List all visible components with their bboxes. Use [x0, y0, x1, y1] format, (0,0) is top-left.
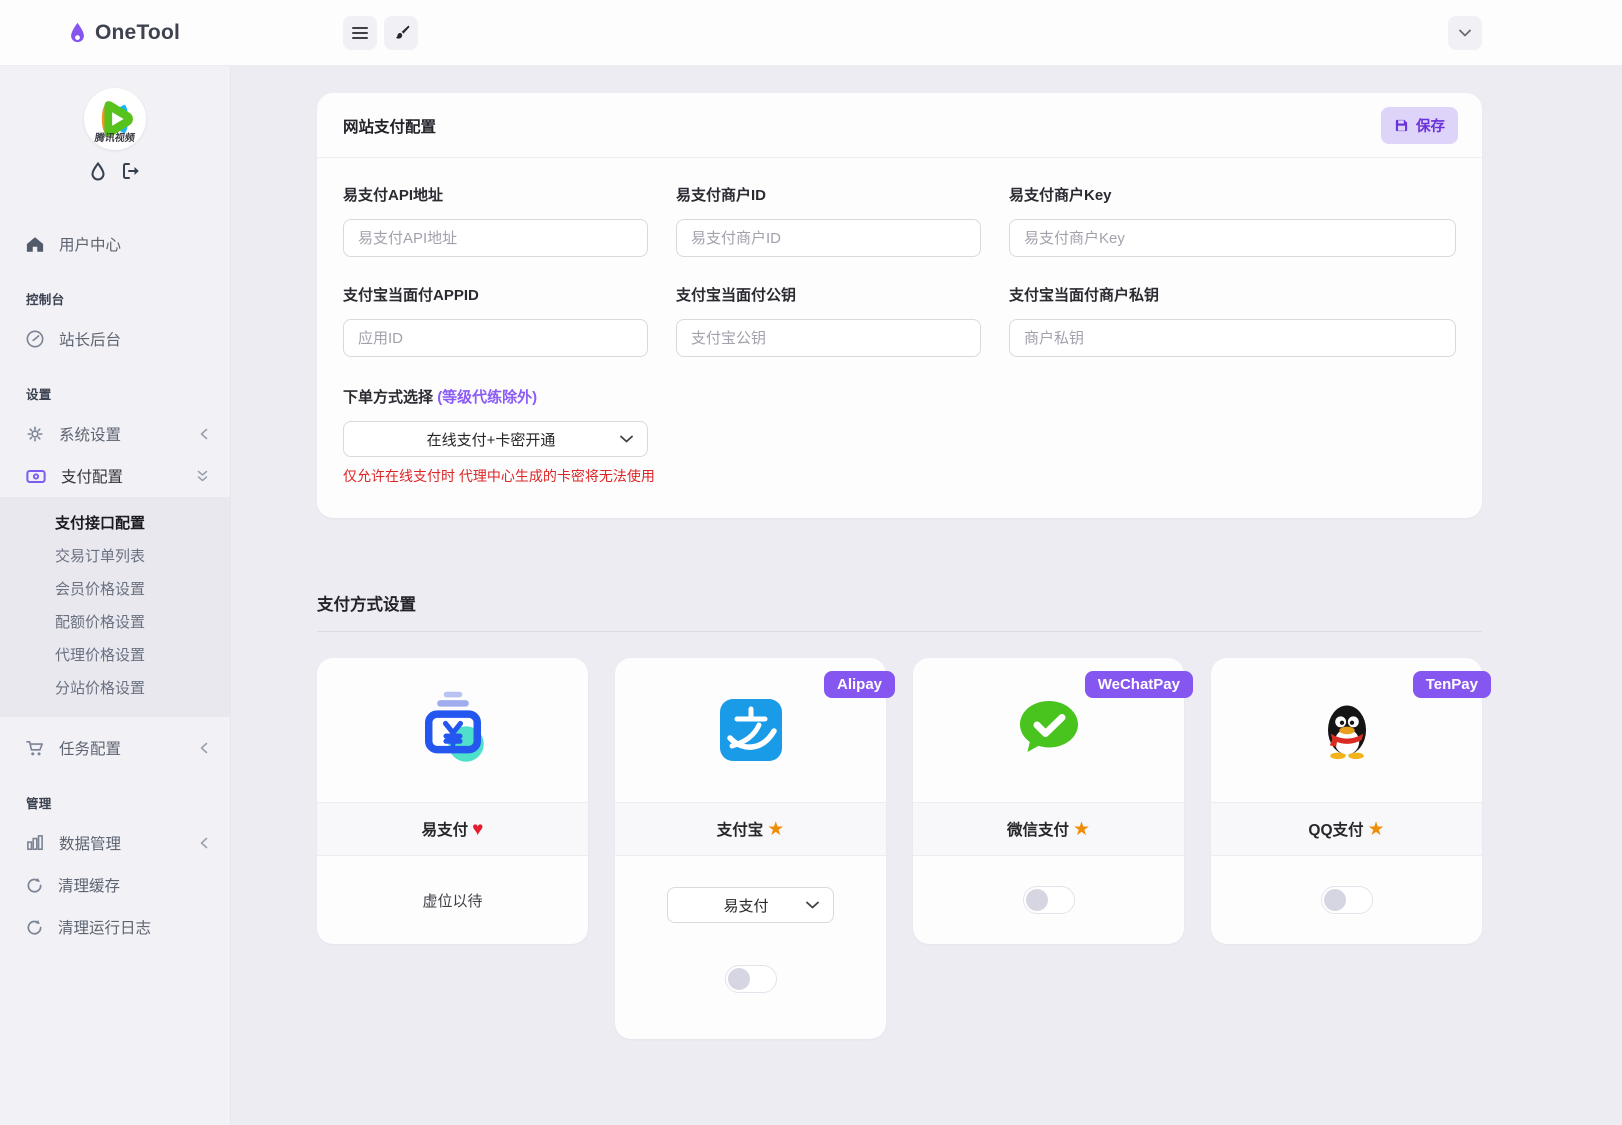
banknote-icon — [26, 468, 46, 485]
chevron-down-icon — [620, 435, 633, 443]
panel-title: 网站支付配置 — [343, 118, 437, 136]
sidebar-item-payment-config[interactable]: 支付配置 — [0, 455, 230, 497]
card-name-band: QQ支付 ★ — [1211, 802, 1482, 856]
order-mode-warning: 仅允许在线支付时 代理中心生成的卡密将无法使用 — [343, 468, 655, 484]
avatar[interactable]: 腾讯视频 — [84, 88, 146, 150]
sidebar-item-clear-logs[interactable]: 清理运行日志 — [0, 906, 230, 948]
wechatpay-badge: WeChatPay — [1084, 671, 1193, 698]
brand-name: OneTool — [95, 20, 181, 44]
save-button[interactable]: 保存 — [1381, 107, 1458, 144]
hamburger-icon — [352, 26, 369, 40]
submenu-item-member-price[interactable]: 会员价格设置 — [0, 573, 230, 606]
refresh-icon — [26, 919, 43, 936]
sidebar-item-system-settings[interactable]: 系统设置 — [0, 413, 230, 455]
section-caption-console: 控制台 — [26, 293, 65, 307]
sidebar-item-data-manage[interactable]: 数据管理 — [0, 822, 230, 864]
pay-card-wechat: WeChatPay 微信支付 ★ — [913, 658, 1193, 944]
divider — [317, 631, 1482, 632]
wechat-pay-icon — [1015, 699, 1083, 761]
payment-method-cards: 易支付 ♥ 虚位以待 Alipay 支付宝 ★ 易支付 WeChatPay 微信… — [317, 658, 1491, 1039]
main-content: 网站支付配置 保存 易支付API地址 易支付商户ID 易支付商户Key — [231, 66, 1622, 1125]
alipay-icon — [719, 698, 783, 762]
chevron-left-icon — [200, 742, 208, 754]
header-dropdown-button[interactable] — [1448, 15, 1482, 50]
easypay-merchant-key-input[interactable] — [1009, 219, 1456, 257]
payment-config-panel: 网站支付配置 保存 易支付API地址 易支付商户ID 易支付商户Key — [317, 93, 1482, 518]
submenu-item-agent-price[interactable]: 代理价格设置 — [0, 639, 230, 672]
submenu-item-payment-interface[interactable]: 支付接口配置 — [0, 507, 230, 540]
submenu-item-quota-price[interactable]: 配额价格设置 — [0, 606, 230, 639]
chevron-down-icon — [1459, 29, 1471, 37]
section-caption-manage: 管理 — [26, 797, 52, 811]
alipay-public-key-input[interactable] — [676, 319, 981, 357]
qq-penguin-icon — [1318, 700, 1376, 760]
paintbrush-icon — [393, 24, 410, 41]
section-caption-settings: 设置 — [26, 388, 52, 402]
tenpay-badge: TenPay — [1412, 671, 1491, 698]
chevron-left-icon — [200, 428, 208, 440]
logout-icon[interactable] — [122, 162, 141, 181]
alipay-appid-input[interactable] — [343, 319, 648, 357]
payment-methods-title: 支付方式设置 — [317, 596, 416, 614]
submenu-item-order-list[interactable]: 交易订单列表 — [0, 540, 230, 573]
sidebar-item-user-center[interactable]: 用户中心 — [0, 223, 230, 265]
sidebar-menu: 用户中心 控制台 站长后台 设置 系统设置 支付配置 支付接口配置 交易订单列表… — [0, 205, 230, 948]
home-icon — [26, 236, 44, 253]
card-name-band: 微信支付 ★ — [913, 802, 1184, 856]
sidebar-item-clear-cache[interactable]: 清理缓存 — [0, 864, 230, 906]
order-mode-select[interactable]: 在线支付+卡密开通 — [343, 421, 648, 457]
card-name-band: 支付宝 ★ — [615, 802, 886, 856]
alipay-private-key-input[interactable] — [1009, 319, 1456, 357]
form-field: 支付宝当面付公钥 — [676, 284, 981, 357]
star-icon: ★ — [1367, 818, 1385, 840]
sidebar-item-webmaster[interactable]: 站长后台 — [0, 318, 230, 360]
double-chevron-down-icon — [197, 470, 208, 483]
waiting-text: 虚位以待 — [422, 892, 483, 910]
alipay-channel-select[interactable]: 易支付 — [667, 887, 834, 923]
easypay-api-input[interactable] — [343, 219, 648, 257]
pay-card-alipay: Alipay 支付宝 ★ 易支付 — [615, 658, 895, 1039]
bar-chart-icon — [26, 835, 44, 851]
top-header: OneTool — [0, 0, 1622, 66]
payment-submenu: 支付接口配置 交易订单列表 会员价格设置 配额价格设置 代理价格设置 分站价格设… — [0, 497, 230, 717]
star-icon: ★ — [767, 818, 785, 840]
save-icon — [1394, 118, 1409, 133]
pay-card-qq: TenPay QQ支付 ★ — [1211, 658, 1491, 944]
refresh-icon — [26, 877, 43, 894]
easypay-merchant-id-input[interactable] — [676, 219, 981, 257]
pay-card-easypay: 易支付 ♥ 虚位以待 — [317, 658, 588, 944]
order-mode-block: 下单方式选择 (等级代练除外) 在线支付+卡密开通 仅允许在线支付时 代理中心生… — [343, 386, 1456, 486]
form-field: 支付宝当面付APPID — [343, 284, 648, 357]
sidebar-toggle-button[interactable] — [343, 15, 378, 50]
sidebar: 腾讯视频 用户中心 控制台 站长后台 设置 系统设置 支付配置 支付接口配置 交… — [0, 66, 231, 1125]
wechat-toggle[interactable] — [1022, 886, 1075, 914]
droplet-icon[interactable] — [90, 162, 106, 181]
form-field: 易支付API地址 — [343, 184, 648, 257]
form-field: 支付宝当面付商户私钥 — [1009, 284, 1456, 357]
star-icon: ★ — [1072, 818, 1091, 840]
profile-block: 腾讯视频 — [0, 66, 230, 205]
easypay-wallet-icon — [407, 688, 499, 772]
chevron-left-icon — [200, 837, 208, 849]
qq-toggle[interactable] — [1320, 886, 1373, 914]
dashboard-icon — [26, 330, 44, 348]
chevron-down-icon — [806, 901, 819, 909]
order-mode-label: 下单方式选择 (等级代练除外) — [343, 389, 538, 406]
brand: OneTool — [68, 21, 180, 45]
card-name-band: 易支付 ♥ — [317, 802, 588, 856]
cart-icon — [26, 740, 44, 757]
alipay-toggle[interactable] — [724, 965, 777, 993]
alipay-badge: Alipay — [823, 671, 895, 698]
order-mode-note: (等级代练除外) — [437, 389, 538, 406]
form-field: 易支付商户Key — [1009, 184, 1456, 257]
heart-icon: ♥ — [472, 818, 484, 840]
theme-button[interactable] — [384, 15, 419, 50]
sidebar-item-task-config[interactable]: 任务配置 — [0, 727, 230, 769]
gear-icon — [26, 425, 44, 443]
avatar-caption: 腾讯视频 — [93, 133, 136, 144]
form-field: 易支付商户ID — [676, 184, 981, 257]
submenu-item-substation-price[interactable]: 分站价格设置 — [0, 672, 230, 705]
onetool-flame-icon — [68, 22, 87, 44]
